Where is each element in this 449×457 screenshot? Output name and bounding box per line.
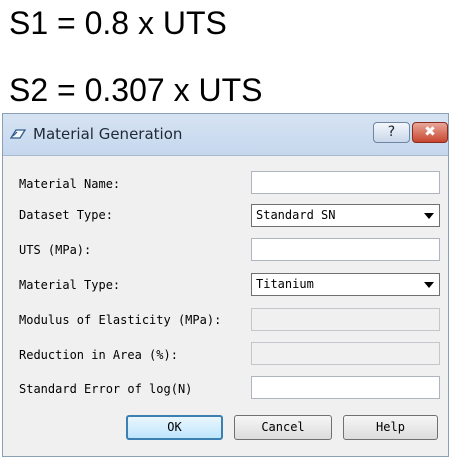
label-modulus: Modulus of Elasticity (MPa): bbox=[19, 313, 222, 327]
label-material-type: Material Type: bbox=[19, 278, 121, 292]
formula-s2: S2 = 0.307 x UTS bbox=[9, 72, 263, 108]
modulus-input bbox=[251, 308, 440, 331]
material-type-select[interactable]: Titanium bbox=[251, 273, 440, 296]
label-uts: UTS (MPa): bbox=[19, 243, 92, 257]
std-error-input[interactable] bbox=[251, 376, 440, 399]
label-material-name: Material Name: bbox=[19, 177, 121, 191]
help-button[interactable]: Help bbox=[343, 415, 438, 440]
dataset-type-value: Standard SN bbox=[256, 208, 336, 222]
formula-s1: S1 = 0.8 x UTS bbox=[9, 5, 227, 41]
material-generation-dialog: Material Generation ? ✖ Material Name: D… bbox=[2, 113, 449, 457]
title-close-button[interactable]: ✖ bbox=[412, 122, 448, 143]
title-help-button[interactable]: ? bbox=[373, 122, 410, 143]
uts-input[interactable] bbox=[251, 238, 440, 261]
material-type-value: Titanium bbox=[256, 277, 314, 291]
label-reduction: Reduction in Area (%): bbox=[19, 348, 178, 362]
material-name-input[interactable] bbox=[251, 171, 440, 194]
reduction-input bbox=[251, 342, 440, 365]
chevron-down-icon bbox=[424, 213, 434, 219]
dataset-type-select[interactable]: Standard SN bbox=[251, 204, 440, 227]
label-std-error: Standard Error of log(N) bbox=[19, 382, 193, 396]
label-dataset-type: Dataset Type: bbox=[19, 208, 113, 222]
ok-button[interactable]: OK bbox=[126, 415, 223, 440]
dialog-title: Material Generation bbox=[33, 125, 183, 143]
title-bar: Material Generation ? ✖ bbox=[3, 114, 448, 156]
app-icon bbox=[9, 129, 27, 139]
chevron-down-icon bbox=[424, 282, 434, 288]
cancel-button[interactable]: Cancel bbox=[234, 415, 332, 440]
